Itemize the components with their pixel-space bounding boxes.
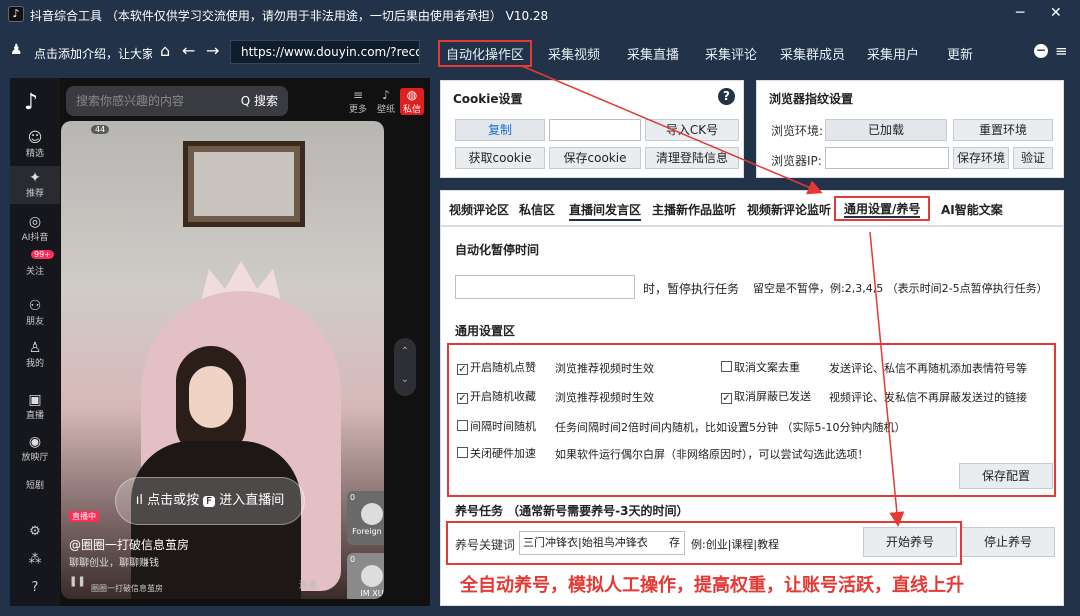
annotation-arrows — [521, 65, 905, 527]
promo-slogan: 全自动养号，模拟人工操作，提高权重，让账号活跃，直线上升 — [460, 575, 964, 596]
